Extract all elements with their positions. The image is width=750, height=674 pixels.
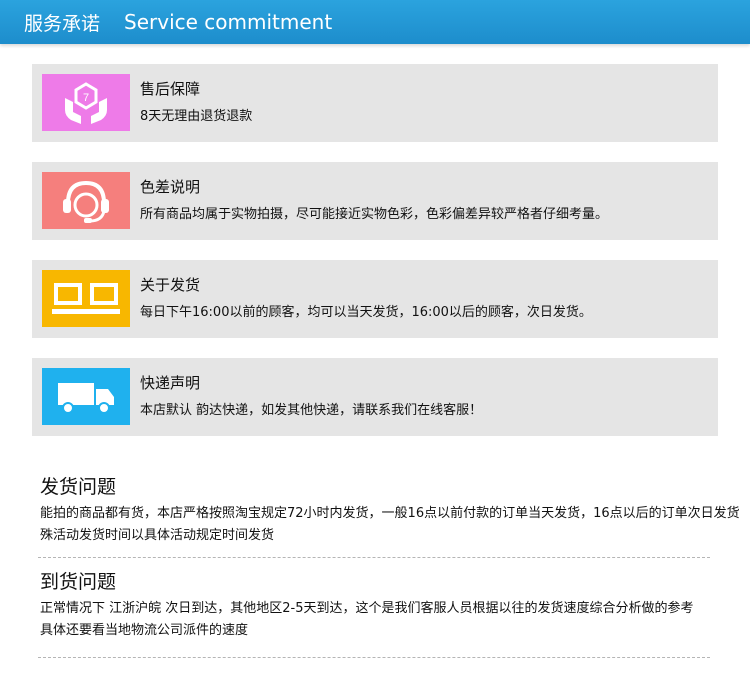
- section-title: 发货问题: [40, 476, 117, 498]
- truck-icon: [42, 368, 130, 425]
- section-line: 正常情况下 江浙沪皖 次日到达，其他地区2-5天到达，这个是我们客服人员根据以往…: [40, 601, 694, 616]
- header-title-en: Service commitment: [124, 10, 333, 34]
- card-title: 关于发货: [140, 276, 201, 294]
- card-after-sales: 7 售后保障 8天无理由退货退款: [32, 64, 718, 142]
- section-arrival-issues: 到货问题 正常情况下 江浙沪皖 次日到达，其他地区2-5天到达，这个是我们客服人…: [40, 567, 720, 642]
- card-desc: 8天无理由退货退款: [140, 109, 253, 124]
- svg-text:7: 7: [83, 92, 89, 104]
- card-title: 售后保障: [140, 80, 201, 98]
- section-line: 殊活动发货时间以具体活动规定时间发货: [40, 528, 275, 543]
- card-shipping: 关于发货 每日下午16:00以前的顾客，均可以当天发货，16:00以后的顾客，次…: [32, 260, 718, 338]
- headset-agent-icon: [42, 172, 130, 229]
- header-bar: 服务承诺 Service commitment: [0, 0, 750, 44]
- card-desc: 本店默认 韵达快递，如发其他快递，请联系我们在线客服！: [140, 403, 483, 418]
- card-desc: 每日下午16:00以前的顾客，均可以当天发货，16:00以后的顾客，次日发货。: [140, 305, 592, 320]
- card-title: 快递声明: [140, 374, 201, 392]
- section-line: 能拍的商品都有货，本店严格按照淘宝规定72小时内发货，一般16点以前付款的订单当…: [40, 506, 740, 521]
- card-courier: 快递声明 本店默认 韵达快递，如发其他快递，请联系我们在线客服！: [32, 358, 718, 436]
- delivery-box-icon: [42, 270, 130, 327]
- card-desc: 所有商品均属于实物拍摄，尽可能接近实物色彩，色彩偏差异较严格者仔细考量。: [140, 207, 609, 222]
- divider: [38, 557, 710, 558]
- section-title: 到货问题: [40, 571, 117, 593]
- divider: [38, 657, 710, 658]
- header-title-cn: 服务承诺: [24, 12, 101, 35]
- section-shipping-issues: 发货问题 能拍的商品都有货，本店严格按照淘宝规定72小时内发货，一般16点以前付…: [40, 472, 740, 547]
- hands-box-icon: 7: [42, 74, 130, 131]
- card-title: 色差说明: [140, 178, 201, 196]
- card-color-note: 色差说明 所有商品均属于实物拍摄，尽可能接近实物色彩，色彩偏差异较严格者仔细考量…: [32, 162, 718, 240]
- section-line: 具体还要看当地物流公司派件的速度: [40, 623, 249, 638]
